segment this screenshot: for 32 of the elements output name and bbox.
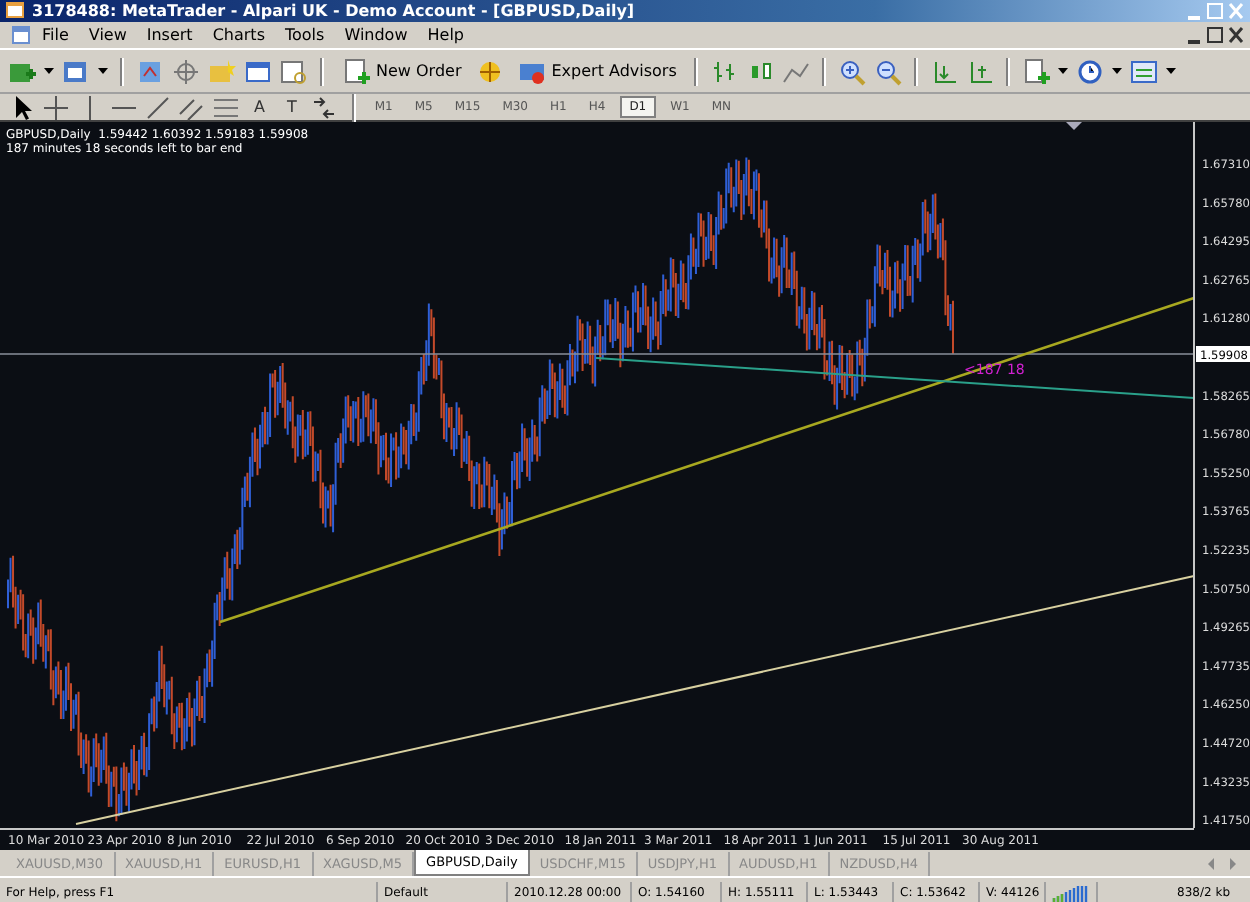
menu-item[interactable]: Help [417, 26, 474, 44]
close-icon[interactable] [1226, 21, 1246, 49]
menu-item[interactable]: Window [334, 26, 418, 44]
candlestick-icon[interactable] [746, 57, 775, 85]
new-order-button[interactable]: New Order [336, 55, 468, 87]
window-icon[interactable] [244, 57, 272, 85]
maximize-icon[interactable] [1204, 21, 1224, 49]
text-tool-button[interactable]: T [278, 98, 305, 116]
window-title: 3178488: MetaTrader - Alpari UK - Demo Account - [GBPUSD,Daily] [32, 2, 635, 20]
folder-star-icon[interactable] [208, 57, 236, 85]
expert-advisors-button[interactable]: Expert Advisors [511, 55, 683, 87]
bar-chart-icon[interactable] [710, 57, 739, 85]
trend-line-icon[interactable] [144, 93, 172, 121]
text-tool-button[interactable]: A [246, 98, 273, 116]
chart-shift-marker-icon[interactable] [1066, 122, 1082, 130]
connection-icon [1052, 883, 1088, 901]
trend-line[interactable] [219, 296, 1195, 624]
trend-line[interactable] [595, 357, 1195, 399]
menu-item[interactable]: Tools [274, 26, 335, 44]
channel-icon[interactable] [178, 93, 206, 121]
crosshair-icon[interactable] [172, 57, 200, 85]
menu-item[interactable]: Charts [202, 26, 275, 44]
menu-item[interactable]: View [78, 26, 137, 44]
zoom-out-icon[interactable] [874, 57, 903, 85]
clock-icon[interactable] [1076, 57, 1105, 85]
document-icon[interactable] [8, 21, 32, 49]
menu-item[interactable]: Insert [136, 26, 203, 44]
new-order-icon[interactable] [342, 57, 370, 85]
crosshair-icon[interactable] [42, 93, 70, 121]
menu-item[interactable]: File [32, 26, 79, 44]
trend-line[interactable] [75, 575, 1195, 825]
zoom-in-icon[interactable] [838, 57, 867, 85]
